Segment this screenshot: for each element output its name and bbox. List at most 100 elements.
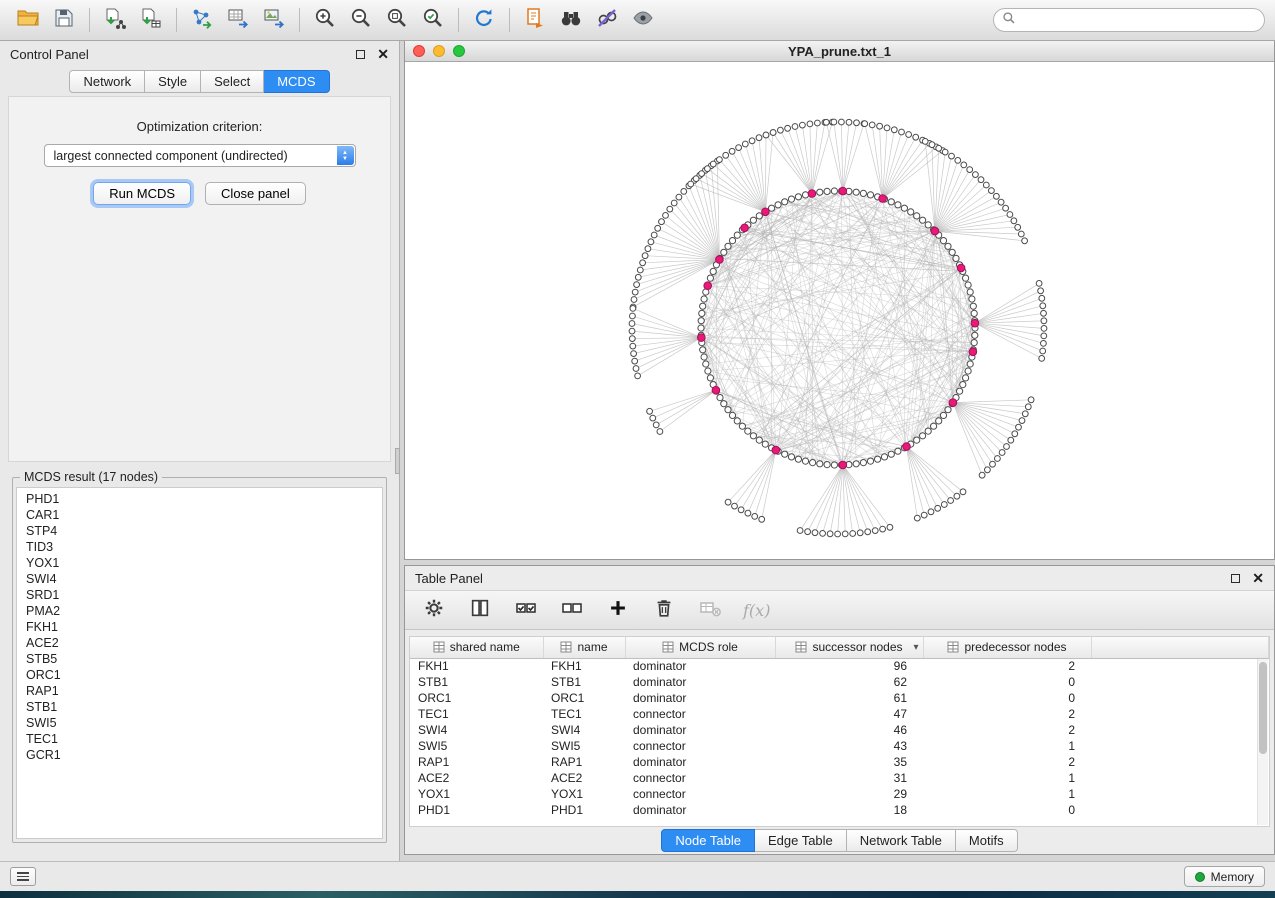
- mcds-result-item[interactable]: YOX1: [17, 555, 382, 571]
- float-panel-icon[interactable]: [356, 50, 365, 59]
- refresh-view-button[interactable]: [466, 4, 502, 36]
- zoom-fit-button[interactable]: [379, 4, 415, 36]
- node-table-row[interactable]: ACE2ACE2connector311: [410, 770, 1269, 786]
- tab-motifs[interactable]: Motifs: [956, 829, 1018, 852]
- mcds-result-item[interactable]: STP4: [17, 523, 382, 539]
- zoom-selected-button[interactable]: [415, 4, 451, 36]
- table-settings-button[interactable]: [421, 597, 447, 623]
- table-cell[interactable]: ACE2: [410, 770, 543, 786]
- criterion-dropdown[interactable]: largest connected component (undirected)…: [44, 144, 356, 167]
- select-all-rows-button[interactable]: [513, 597, 539, 623]
- run-mcds-button[interactable]: Run MCDS: [93, 182, 191, 205]
- table-cell[interactable]: ORC1: [410, 690, 543, 706]
- tab-mcds[interactable]: MCDS: [264, 70, 329, 93]
- table-cell[interactable]: 61: [775, 690, 923, 706]
- mcds-result-item[interactable]: ORC1: [17, 667, 382, 683]
- status-menu-button[interactable]: [10, 867, 36, 886]
- table-cell[interactable]: STB1: [543, 674, 625, 690]
- show-columns-button[interactable]: [467, 597, 493, 623]
- column-header-name[interactable]: name: [543, 637, 625, 658]
- table-cell[interactable]: STB1: [410, 674, 543, 690]
- node-table-row[interactable]: PHD1PHD1dominator180: [410, 802, 1269, 818]
- table-cell[interactable]: SWI5: [410, 738, 543, 754]
- table-cell[interactable]: 0: [923, 674, 1091, 690]
- table-cell[interactable]: 2: [923, 706, 1091, 722]
- column-header-predecessor-nodes[interactable]: predecessor nodes: [923, 637, 1091, 658]
- tab-node-table[interactable]: Node Table: [661, 829, 755, 852]
- export-network-button[interactable]: [184, 4, 220, 36]
- float-table-panel-icon[interactable]: [1231, 574, 1240, 583]
- table-cell[interactable]: 29: [775, 786, 923, 802]
- node-table-row[interactable]: TEC1TEC1connector472: [410, 706, 1269, 722]
- column-header-mcds-role[interactable]: MCDS role: [625, 637, 775, 658]
- search-input[interactable]: [1022, 13, 1256, 27]
- panel-splitter-handle[interactable]: [395, 448, 400, 474]
- table-cell[interactable]: 0: [923, 802, 1091, 818]
- export-table-button[interactable]: [220, 4, 256, 36]
- table-cell[interactable]: 18: [775, 802, 923, 818]
- table-cell[interactable]: 0: [923, 690, 1091, 706]
- add-column-button[interactable]: [605, 597, 631, 623]
- table-cell[interactable]: ORC1: [543, 690, 625, 706]
- tab-style[interactable]: Style: [145, 70, 201, 93]
- minimize-window-icon[interactable]: [433, 45, 445, 57]
- close-window-icon[interactable]: [413, 45, 425, 57]
- network-canvas[interactable]: [405, 62, 1274, 559]
- mcds-result-item[interactable]: PMA2: [17, 603, 382, 619]
- node-table-row[interactable]: STB1STB1dominator620: [410, 674, 1269, 690]
- mcds-result-item[interactable]: GCR1: [17, 747, 382, 763]
- table-cell[interactable]: dominator: [625, 674, 775, 690]
- table-cell[interactable]: dominator: [625, 754, 775, 770]
- mcds-result-item[interactable]: SWI5: [17, 715, 382, 731]
- node-table-row[interactable]: SWI4SWI4dominator462: [410, 722, 1269, 738]
- close-table-panel-icon[interactable]: ✕: [1252, 571, 1264, 585]
- import-table-button[interactable]: [133, 4, 169, 36]
- table-cell[interactable]: RAP1: [543, 754, 625, 770]
- delete-column-button[interactable]: [651, 597, 677, 623]
- table-cell[interactable]: YOX1: [543, 786, 625, 802]
- toggle-graphics-details-button[interactable]: [589, 4, 625, 36]
- import-network-button[interactable]: [97, 4, 133, 36]
- copy-share-button[interactable]: [517, 4, 553, 36]
- search-network-button[interactable]: [553, 4, 589, 36]
- network-search-field[interactable]: [993, 8, 1265, 32]
- table-cell[interactable]: 62: [775, 674, 923, 690]
- table-scrollbar[interactable]: [1257, 659, 1268, 825]
- open-file-button[interactable]: [10, 4, 46, 36]
- mcds-result-item[interactable]: TEC1: [17, 731, 382, 747]
- table-cell[interactable]: PHD1: [410, 802, 543, 818]
- table-cell[interactable]: connector: [625, 706, 775, 722]
- table-cell[interactable]: TEC1: [410, 706, 543, 722]
- tab-network[interactable]: Network: [69, 70, 145, 93]
- mcds-result-list[interactable]: PHD1CAR1STP4TID3YOX1SWI4SRD1PMA2FKH1ACE2…: [16, 487, 383, 839]
- mcds-result-item[interactable]: STB1: [17, 699, 382, 715]
- table-cell[interactable]: FKH1: [410, 658, 543, 674]
- node-table-row[interactable]: ORC1ORC1dominator610: [410, 690, 1269, 706]
- deselect-all-rows-button[interactable]: [559, 597, 585, 623]
- table-cell[interactable]: RAP1: [410, 754, 543, 770]
- close-panel-button[interactable]: Close panel: [205, 182, 306, 205]
- table-cell[interactable]: connector: [625, 786, 775, 802]
- close-panel-icon[interactable]: ✕: [377, 47, 389, 61]
- mcds-result-item[interactable]: CAR1: [17, 507, 382, 523]
- table-cell[interactable]: 31: [775, 770, 923, 786]
- table-cell[interactable]: 1: [923, 786, 1091, 802]
- tab-select[interactable]: Select: [201, 70, 264, 93]
- network-graph[interactable]: [405, 62, 1274, 558]
- table-cell[interactable]: dominator: [625, 690, 775, 706]
- table-cell[interactable]: 2: [923, 658, 1091, 674]
- table-cell[interactable]: 35: [775, 754, 923, 770]
- table-cell[interactable]: connector: [625, 738, 775, 754]
- zoom-window-icon[interactable]: [453, 45, 465, 57]
- table-cell[interactable]: SWI4: [410, 722, 543, 738]
- table-cell[interactable]: FKH1: [543, 658, 625, 674]
- mcds-result-item[interactable]: TID3: [17, 539, 382, 555]
- table-cell[interactable]: 43: [775, 738, 923, 754]
- table-cell[interactable]: SWI4: [543, 722, 625, 738]
- zoom-out-button[interactable]: [343, 4, 379, 36]
- table-cell[interactable]: connector: [625, 770, 775, 786]
- table-cell[interactable]: SWI5: [543, 738, 625, 754]
- mcds-result-item[interactable]: RAP1: [17, 683, 382, 699]
- table-cell[interactable]: 2: [923, 722, 1091, 738]
- table-cell[interactable]: TEC1: [543, 706, 625, 722]
